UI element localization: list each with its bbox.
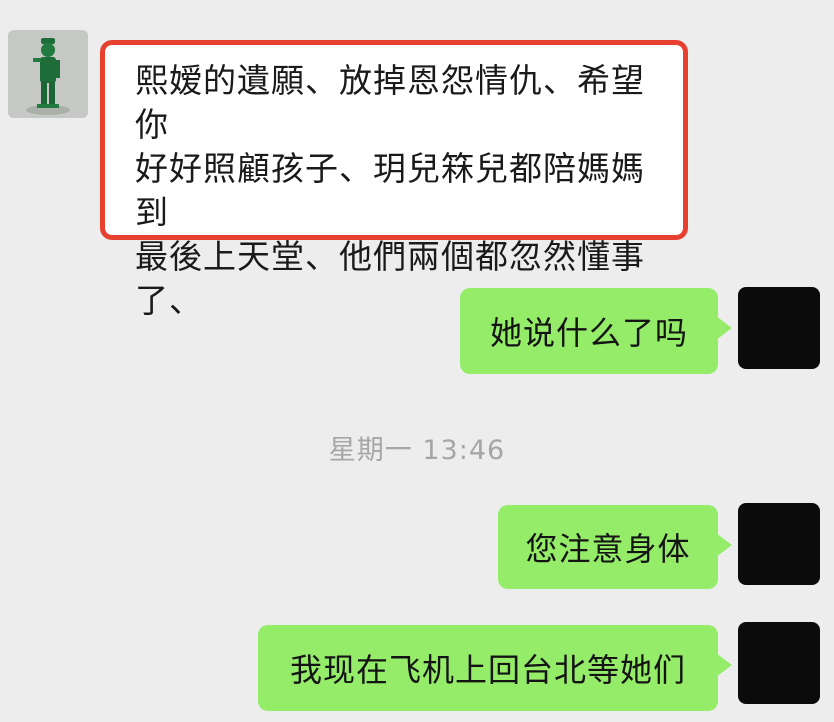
soldier-figure-avatar-icon <box>8 30 88 118</box>
outgoing-message-text-2: 您注意身体 <box>525 530 691 568</box>
incoming-message-bubble[interactable]: 熙嫒的遺願、放掉恩怨情仇、希望你 好好照顧孩子、玥兒箖兒都陪媽媽到 最後上天堂、… <box>100 40 688 320</box>
incoming-message-line-3: 最後上天堂、他們兩個都忽然懂事 <box>135 237 645 276</box>
message-timestamp: 星期一 13:46 <box>328 435 506 466</box>
outgoing-message-text-3: 我现在飞机上回台北等她们 <box>289 651 686 689</box>
chat-window: 熙嫒的遺願、放掉恩怨情仇、希望你 好好照顧孩子、玥兒箖兒都陪媽媽到 最後上天堂、… <box>0 0 834 722</box>
outgoing-message-bubble-1[interactable]: 她说什么了吗 <box>460 288 732 374</box>
incoming-message-line-2: 好好照顧孩子、玥兒箖兒都陪媽媽到 <box>135 149 645 232</box>
black-avatar-icon[interactable] <box>738 287 820 369</box>
outgoing-message-bubble-3[interactable]: 我现在飞机上回台北等她们 <box>258 625 732 711</box>
outgoing-message-bubble-2[interactable]: 您注意身体 <box>498 505 732 589</box>
incoming-message-line-1: 熙嫒的遺願、放掉恩怨情仇、希望你 <box>135 61 645 144</box>
black-avatar-icon[interactable] <box>738 503 820 585</box>
contact-avatar-icon[interactable] <box>8 30 88 118</box>
black-avatar-icon[interactable] <box>738 622 820 704</box>
outgoing-message-text-1: 她说什么了吗 <box>489 314 688 352</box>
